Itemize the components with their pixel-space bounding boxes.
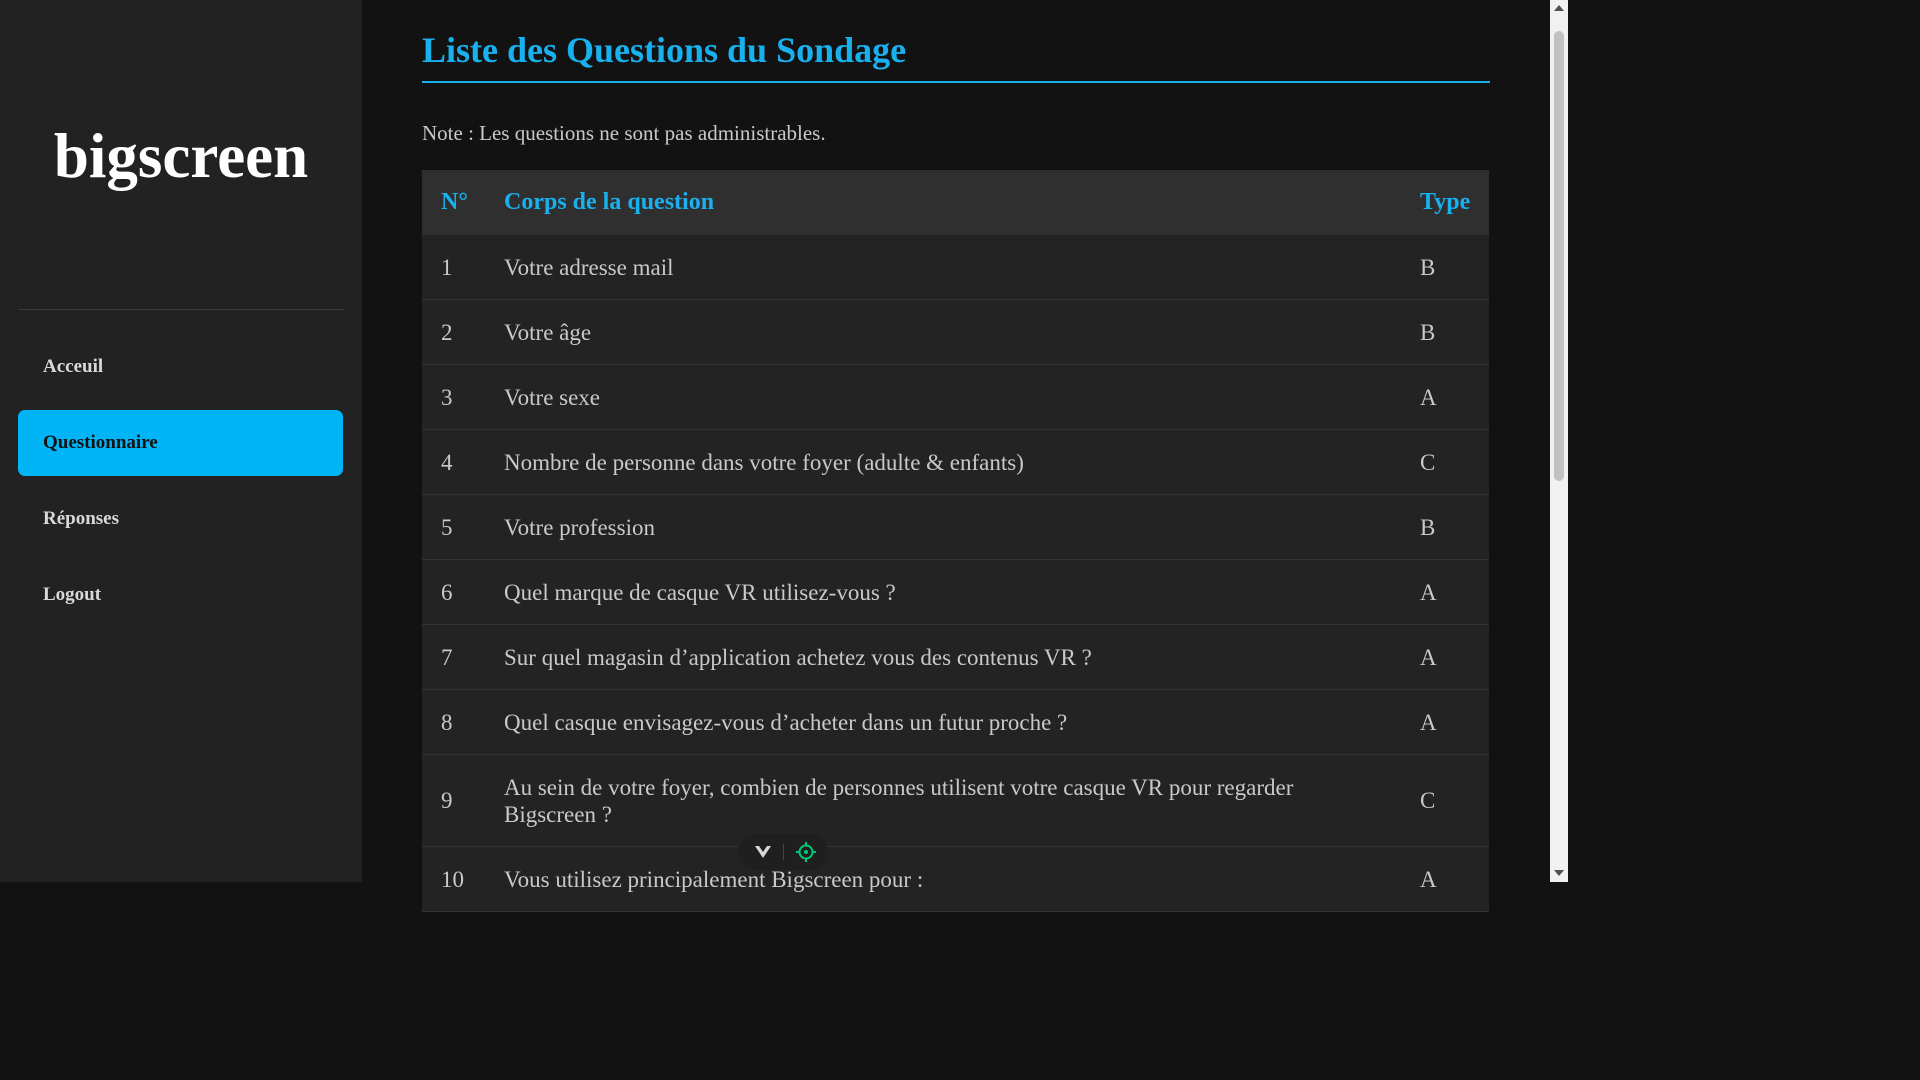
brand-logo[interactable]: bigscreen [0,118,362,194]
sidebar-item-questionnaire[interactable]: Questionnaire [18,410,343,476]
row-type: A [1420,580,1437,605]
table-row: 6 Quel marque de casque VR utilisez-vous… [422,560,1489,625]
table-row: 7 Sur quel magasin d’application achetez… [422,625,1489,690]
main-content: Liste des Questions du Sondage Note : Le… [362,0,1550,912]
table-row: 5 Votre profession B [422,495,1489,560]
page-title: Liste des Questions du Sondage [422,30,907,70]
app-root: bigscreen Acceuil Questionnaire Réponses… [0,0,1568,912]
row-number: 3 [441,385,453,410]
table-row: 8 Quel casque envisagez-vous d’acheter d… [422,690,1489,755]
scroll-down-arrow[interactable] [1554,870,1564,876]
row-type: B [1420,255,1436,280]
questions-table: N° Corps de la question Type 1 Votre adr… [422,170,1489,912]
sidebar-item-label: Acceuil [43,356,104,377]
sidebar-divider [18,309,344,310]
table-row: 4 Nombre de personne dans votre foyer (a… [422,430,1489,495]
row-question: Votre profession [504,515,655,540]
row-number: 7 [441,645,453,670]
chevron-down-button[interactable] [743,834,783,870]
row-number: 2 [441,320,453,345]
row-number: 6 [441,580,453,605]
floating-toolbar [738,834,828,870]
column-header-type: Type [1420,189,1471,215]
scroll-thumb[interactable] [1554,31,1564,481]
row-question: Votre âge [504,320,592,345]
row-type: A [1420,385,1437,410]
row-type: A [1420,645,1437,670]
row-number: 5 [441,515,453,540]
column-header-number: N° [441,189,468,215]
sidebar-item-reponses[interactable]: Réponses [18,486,343,552]
sidebar-item-label: Logout [43,584,102,605]
row-number: 10 [441,867,464,892]
row-type: B [1420,515,1436,540]
sidebar-item-label: Réponses [43,508,120,529]
table-header: N° Corps de la question Type [422,170,1489,235]
row-question: Quel marque de casque VR utilisez-vous ? [504,580,896,605]
row-question: Sur quel magasin d’application achetez v… [504,645,1092,670]
column-header-body: Corps de la question [504,189,715,215]
row-type: B [1420,320,1436,345]
toolbar-divider [783,844,784,860]
chevron-down-icon [755,846,771,858]
row-type: C [1420,788,1436,813]
row-type: A [1420,867,1437,892]
row-type: C [1420,450,1436,475]
sidebar-item-logout[interactable]: Logout [18,562,343,628]
row-question: Nombre de personne dans votre foyer (adu… [504,450,1024,475]
sidebar: bigscreen Acceuil Questionnaire Réponses… [0,0,362,882]
sidebar-item-acceuil[interactable]: Acceuil [18,334,343,400]
crosshair-icon [796,842,816,862]
table-row: 3 Votre sexe A [422,365,1489,430]
table-row: 1 Votre adresse mail B [422,235,1489,300]
row-question: Vous utilisez principalement Bigscreen p… [504,867,924,892]
row-question: Au sein de votre foyer, combien de perso… [504,775,1294,827]
row-number: 8 [441,710,453,735]
row-question: Votre sexe [504,385,601,410]
table-row: 9 Au sein de votre foyer, combien de per… [422,755,1489,847]
crosshair-button[interactable] [786,834,826,870]
row-question: Quel casque envisagez-vous d’acheter dan… [504,710,1068,735]
row-type: A [1420,710,1437,735]
title-underline [422,81,1490,83]
row-number: 4 [441,450,453,475]
scroll-up-arrow[interactable] [1554,5,1564,11]
table-row: 2 Votre âge B [422,300,1489,365]
table-row: 10 Vous utilisez principalement Bigscree… [422,847,1489,912]
note-text: Note : Les questions ne sont pas adminis… [422,121,826,145]
row-number: 1 [441,255,453,280]
vertical-scrollbar[interactable] [1550,0,1568,882]
row-number: 9 [441,788,453,813]
row-question: Votre adresse mail [504,255,674,280]
sidebar-item-label: Questionnaire [43,432,158,453]
